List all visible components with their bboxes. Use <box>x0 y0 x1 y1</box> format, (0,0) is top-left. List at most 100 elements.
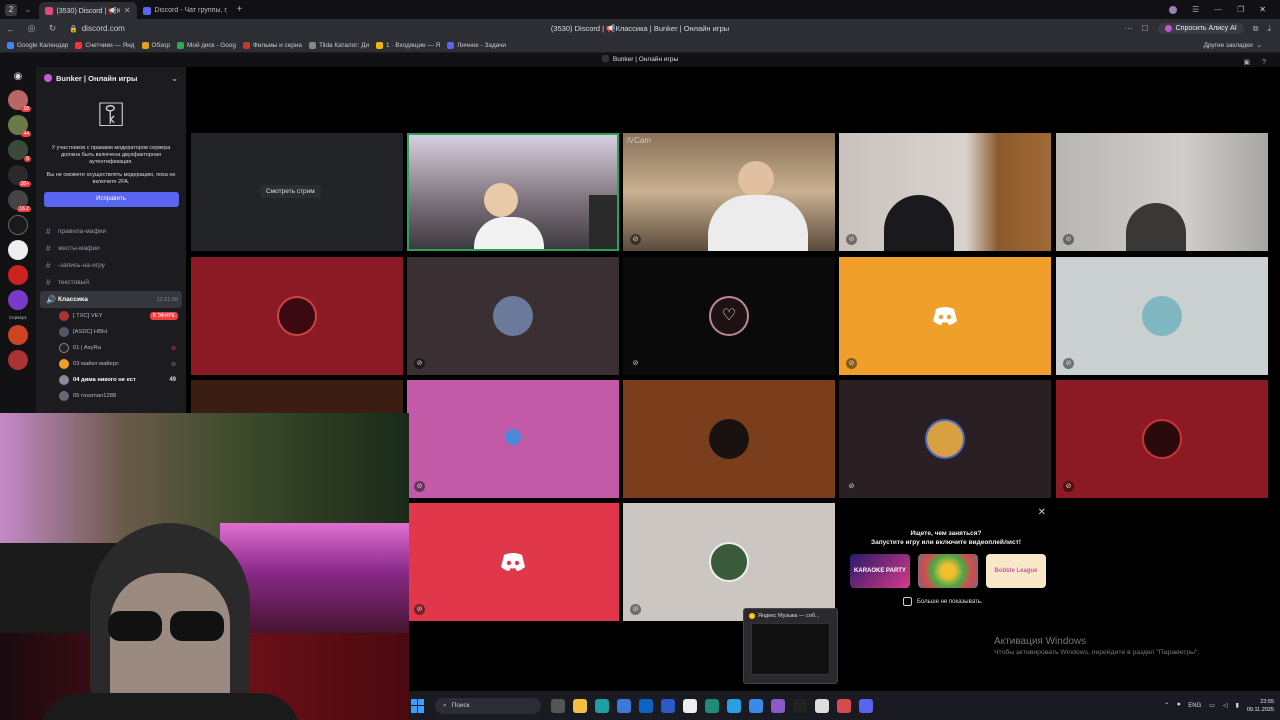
server-header[interactable]: Bunker | Онлайн игры ⌄ <box>36 67 186 89</box>
server-icon[interactable]: 16.2 <box>8 190 31 212</box>
ask-alice-button[interactable]: Спросить Алису AI <box>1157 23 1244 34</box>
voice-user[interactable]: 03 майкл майерс ⊘ <box>40 356 182 372</box>
volume-icon[interactable]: ◁ <box>1223 702 1228 709</box>
alice-top-icon[interactable] <box>1168 5 1177 14</box>
url-field[interactable]: 🔒 discord.com <box>69 24 125 33</box>
video-tile-avatar[interactable]: ⊘ <box>1056 257 1268 375</box>
outlook-icon[interactable] <box>639 698 653 713</box>
fix-button[interactable]: Исправить <box>43 192 179 207</box>
video-tile-avatar[interactable]: ⊘ <box>623 503 835 621</box>
browser-tab-discord-chat[interactable]: Discord - Чат группы, гдe <box>137 2 233 19</box>
video-tile-avatar[interactable]: ⊘ <box>407 503 619 621</box>
yandex-music-taskbar-icon[interactable] <box>793 698 807 713</box>
bookmark-google-calendar[interactable]: Google Календар <box>7 41 68 49</box>
telegram-icon[interactable] <box>727 698 741 713</box>
app-icon[interactable] <box>705 698 719 713</box>
bookmark-inbox[interactable]: 1 · Входящие — Я <box>376 41 440 49</box>
channel-text[interactable]: # текстовый <box>40 274 182 291</box>
minimize-icon[interactable]: — <box>1214 5 1222 14</box>
new-tab-icon[interactable]: + <box>237 4 243 15</box>
shield-icon[interactable]: ◎ <box>21 23 42 34</box>
bookmark-icon[interactable]: ☐ <box>1142 24 1149 33</box>
server-icon[interactable] <box>8 240 28 260</box>
tray-expand-icon[interactable]: ⌃ <box>1164 702 1169 709</box>
bookmark-counters[interactable]: Счетчики — Янд <box>75 41 135 49</box>
help-icon[interactable]: ? <box>1262 56 1266 70</box>
video-tile-avatar[interactable] <box>191 380 403 413</box>
bookmark-tasks[interactable]: Личное - Задачи <box>447 41 506 49</box>
voice-channel-classic[interactable]: 🔊 Классика 12:21:09 <box>40 291 182 308</box>
channel-signup[interactable]: # -запись-на-игру <box>40 257 182 274</box>
menu-icon[interactable]: ☰ <box>1192 5 1199 14</box>
edge-icon[interactable] <box>595 698 609 713</box>
server-icon[interactable] <box>8 350 28 370</box>
video-tile-camera[interactable] <box>407 133 619 251</box>
taskbar-search[interactable]: ⌕ Поиск <box>435 697 541 714</box>
server-icon[interactable] <box>8 290 28 310</box>
yandex-browser-icon[interactable] <box>683 698 697 713</box>
inbox-icon[interactable]: ▣ <box>1243 56 1250 70</box>
taskbar-clock[interactable]: 23:55 09.11.2025 <box>1247 698 1274 714</box>
bookmark-google-drive[interactable]: Мой диск - Goog <box>177 41 236 49</box>
voice-user[interactable]: 04 дима никого не ест 49 <box>40 372 182 388</box>
video-tile-avatar[interactable]: ⊘ <box>839 380 1051 498</box>
close-tab-icon[interactable]: ✕ <box>124 6 131 15</box>
video-tile-stream[interactable]: Смотреть стрим <box>191 133 403 251</box>
app-icon[interactable] <box>771 698 785 713</box>
voice-user[interactable]: [ASDC] НВЫ <box>40 324 182 340</box>
watch-stream-button[interactable]: Смотреть стрим <box>260 185 321 198</box>
video-tile-avatar[interactable]: ⊘ <box>407 257 619 375</box>
yandex-music-preview[interactable]: Яндекс Музыка — соб... <box>743 608 838 684</box>
bobble-league-card[interactable]: Bobble League <box>986 554 1046 588</box>
windows-start-icon[interactable] <box>411 698 425 713</box>
channel-gestures-mafia[interactable]: # жесты-мафии <box>40 240 182 257</box>
video-tile-avatar[interactable]: ⊘ <box>407 380 619 498</box>
downloads-icon[interactable]: ⤓ <box>1267 24 1271 34</box>
file-explorer-icon[interactable] <box>573 698 587 713</box>
voice-user[interactable]: 05 rossman1288 <box>40 388 182 404</box>
bookmark-movies[interactable]: Фильмы и сериа <box>242 41 302 49</box>
voice-user[interactable]: [ TXC] VEY В ЭФИРЕ <box>40 308 182 324</box>
server-icon[interactable] <box>8 265 28 285</box>
channel-rules-mafia[interactable]: # правила-мафии <box>40 223 182 240</box>
bubbles-game-card[interactable] <box>918 554 978 588</box>
store-icon[interactable] <box>617 698 631 713</box>
dont-show-again-checkbox[interactable]: Больше не показывать. <box>903 597 982 606</box>
language-indicator[interactable]: ENG <box>1188 703 1201 709</box>
video-tile-camera[interactable]: iVCam ⊘ <box>623 133 835 251</box>
close-window-icon[interactable]: ✕ <box>1259 5 1266 14</box>
network-icon[interactable]: ▭ <box>1209 702 1215 709</box>
server-icon[interactable]: 44 <box>8 115 31 137</box>
other-bookmarks[interactable]: Другие закладки ⌄ <box>1204 41 1280 50</box>
battery-icon[interactable]: ▮ <box>1236 702 1239 709</box>
task-view-icon[interactable] <box>551 698 565 713</box>
video-tile-avatar[interactable]: ⊘ <box>1056 380 1268 498</box>
bookmark-overview[interactable]: Обзор <box>141 41 170 49</box>
extensions-icon[interactable]: ⧉ <box>1253 24 1259 34</box>
app-icon[interactable] <box>749 698 763 713</box>
restore-icon[interactable]: ❐ <box>1237 5 1244 14</box>
app-icon[interactable] <box>837 698 851 713</box>
app-icon[interactable] <box>815 698 829 713</box>
browser-profile-icon[interactable]: 2 <box>5 3 17 16</box>
server-icon[interactable]: 8 <box>8 140 31 162</box>
karaoke-party-card[interactable]: KARAOKE PARTY <box>850 554 910 588</box>
server-icon[interactable]: 38+ <box>8 165 31 187</box>
microphone-icon[interactable]: ⏺ <box>1177 702 1180 709</box>
video-tile-avatar[interactable] <box>191 257 403 375</box>
bookmark-tilda[interactable]: Tilda Каталог: Ди <box>308 41 369 49</box>
video-tile-avatar[interactable]: ♡ ⊘ <box>623 257 835 375</box>
back-icon[interactable]: ← <box>0 24 21 34</box>
video-tile-avatar[interactable] <box>623 380 835 498</box>
browser-tab-discord[interactable]: (3530) Discord | 📢Кла ✕ <box>38 2 137 19</box>
server-icon[interactable] <box>8 215 28 235</box>
server-icon[interactable]: 18 <box>8 90 31 112</box>
reload-icon[interactable]: ↻ <box>42 23 63 34</box>
voice-user[interactable]: 01 | AsyRa ⊘ <box>40 340 182 356</box>
close-icon[interactable]: ✕ <box>1038 507 1046 518</box>
video-tile-camera[interactable]: ⊘ <box>1056 133 1268 251</box>
server-icon[interactable] <box>8 325 28 345</box>
video-tile-camera[interactable]: ⊘ <box>839 133 1051 251</box>
todo-icon[interactable] <box>661 698 675 713</box>
discord-home-icon[interactable]: ◉ <box>8 71 28 85</box>
